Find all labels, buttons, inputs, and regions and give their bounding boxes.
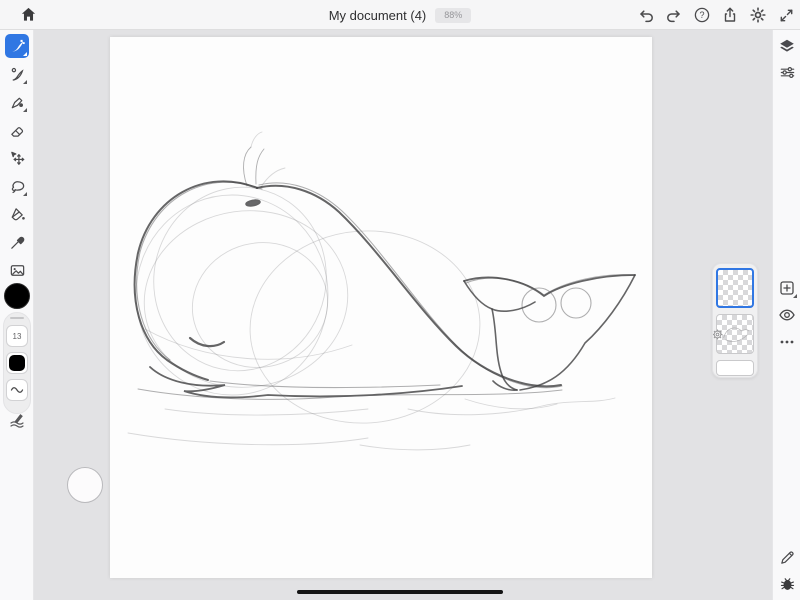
tool-eraser[interactable] bbox=[5, 118, 29, 142]
tool-move-transform[interactable] bbox=[5, 146, 29, 170]
left-toolbar: 13 bbox=[0, 30, 34, 600]
svg-text:?: ? bbox=[699, 10, 704, 20]
top-bar: My document (4) 88% ? bbox=[0, 0, 800, 30]
layer-visibility-icon[interactable] bbox=[778, 306, 796, 324]
smoothing-tile[interactable] bbox=[6, 379, 28, 401]
layer-thumbnail-1[interactable] bbox=[716, 268, 754, 308]
layer-thumbnail-2[interactable] bbox=[716, 314, 754, 354]
brush-options-panel: 13 bbox=[3, 312, 31, 414]
tool-list bbox=[0, 34, 34, 282]
pencil-only-mode-icon[interactable] bbox=[778, 548, 796, 566]
tool-live-brush[interactable] bbox=[5, 62, 29, 86]
settings-gear-icon[interactable] bbox=[749, 6, 767, 24]
undo-icon[interactable] bbox=[637, 6, 655, 24]
report-bug-icon[interactable] bbox=[778, 574, 796, 592]
layer-settings-gear-icon[interactable] bbox=[712, 328, 724, 341]
home-icon[interactable] bbox=[19, 6, 37, 24]
tool-lasso-select[interactable] bbox=[5, 174, 29, 198]
brush-settings-icon[interactable] bbox=[8, 412, 26, 430]
layer-thumbnail-background[interactable] bbox=[716, 360, 754, 376]
ipad-home-indicator[interactable] bbox=[297, 590, 503, 594]
brush-size-value: 13 bbox=[13, 332, 22, 341]
flyout-corner bbox=[23, 80, 27, 84]
layers-panel bbox=[712, 263, 758, 378]
fullscreen-icon[interactable] bbox=[777, 6, 795, 24]
flyout-corner bbox=[23, 108, 27, 112]
wave-icon bbox=[12, 388, 23, 393]
layers-icon[interactable] bbox=[778, 37, 796, 55]
document-title: My document (4) bbox=[329, 8, 427, 23]
share-icon[interactable] bbox=[721, 6, 739, 24]
layer-more-options-icon[interactable] bbox=[778, 333, 796, 351]
right-taskbar bbox=[772, 30, 800, 600]
flyout-corner bbox=[23, 52, 27, 56]
tool-fill[interactable] bbox=[5, 202, 29, 226]
touch-shortcut-button[interactable] bbox=[67, 467, 103, 503]
brush-color-tile[interactable] bbox=[6, 352, 28, 374]
zoom-level-badge[interactable]: 88% bbox=[435, 8, 471, 23]
tool-pixel-brush[interactable] bbox=[5, 34, 29, 58]
layer-properties-icon[interactable] bbox=[778, 63, 796, 81]
active-color-swatch[interactable] bbox=[4, 283, 30, 309]
tool-vector-brush[interactable] bbox=[5, 90, 29, 114]
fresco-app: My document (4) 88% ? bbox=[0, 0, 800, 600]
brush-color-swatch bbox=[9, 355, 25, 371]
flyout-corner bbox=[793, 294, 797, 298]
canvas[interactable] bbox=[110, 37, 652, 578]
topbar-actions: ? bbox=[637, 0, 795, 30]
redo-icon[interactable] bbox=[665, 6, 683, 24]
add-layer-icon[interactable] bbox=[778, 279, 796, 297]
tool-eyedropper[interactable] bbox=[5, 230, 29, 254]
brush-size-field[interactable]: 13 bbox=[6, 325, 28, 347]
panel-drag-handle[interactable] bbox=[10, 317, 24, 319]
whale-sketch bbox=[110, 37, 652, 578]
help-icon[interactable]: ? bbox=[693, 6, 711, 24]
flyout-corner bbox=[23, 192, 27, 196]
tool-place-image[interactable] bbox=[5, 258, 29, 282]
